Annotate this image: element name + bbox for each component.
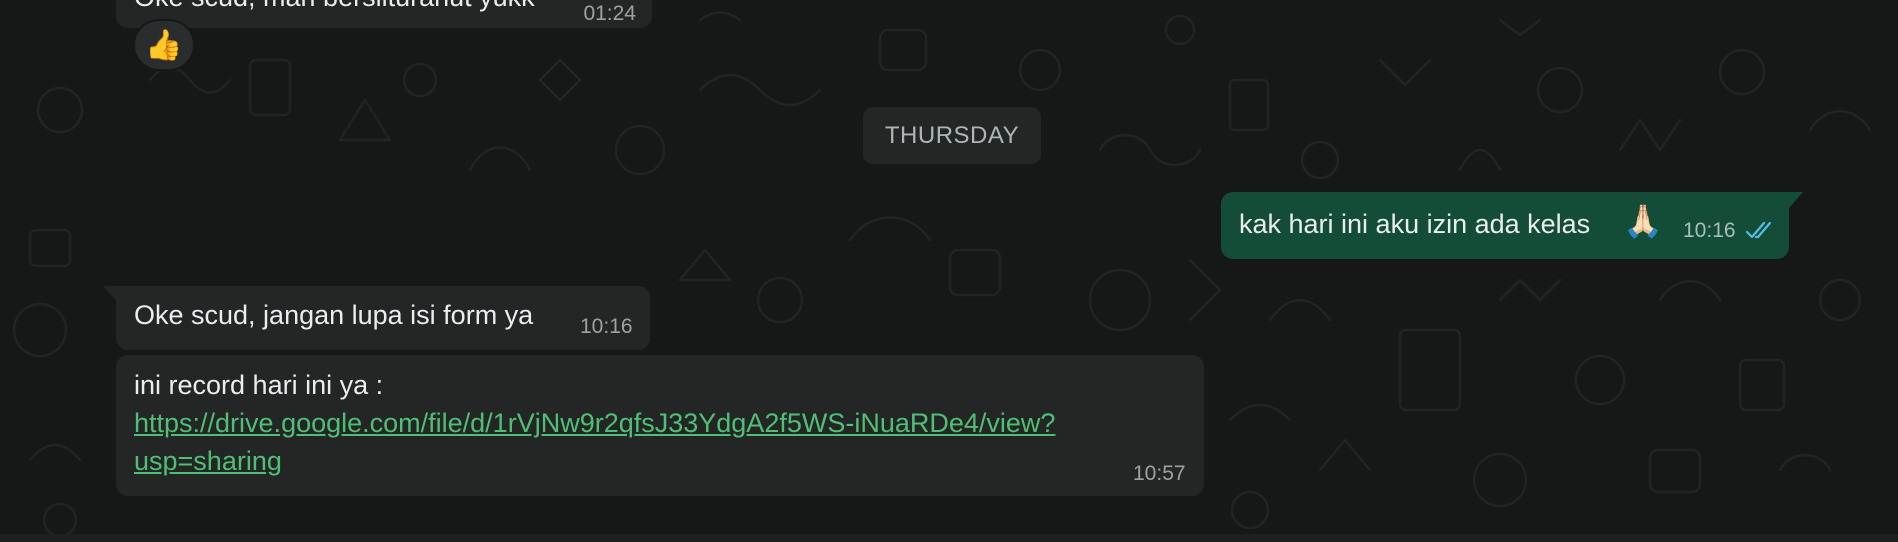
composer-edge (0, 534, 1898, 542)
thumbs-up-icon: 👍 (145, 28, 183, 62)
double-check-read-icon (1745, 221, 1772, 239)
message-bubble-incoming[interactable]: Oke scud, mari bersilturahut yukk 01:24 (116, 0, 652, 28)
praying-hands-emoji: 🙏🏻 (1623, 203, 1663, 239)
message-text: ini record hari ini ya : (134, 370, 384, 400)
bubble-tail (1789, 192, 1803, 208)
chat-area[interactable]: Oke scud, mari bersilturahut yukk 01:24 … (0, 0, 1898, 542)
message-bubble-incoming[interactable]: ini record hari ini ya : https://drive.g… (116, 355, 1204, 496)
drive-link-line2[interactable]: usp=sharing (134, 444, 282, 478)
date-separator: THURSDAY (863, 107, 1041, 164)
message-time: 01:24 (583, 2, 636, 25)
message-bubble-incoming[interactable]: Oke scud, jangan lupa isi form ya 10:16 (103, 286, 650, 350)
bubble-tail (103, 286, 117, 302)
message-time: 10:57 (1133, 462, 1186, 485)
message-text: Oke scud, jangan lupa isi form ya (134, 300, 534, 330)
reaction-badge[interactable]: 👍 (133, 19, 195, 71)
message-text: kak hari ini aku izin ada kelas (1239, 209, 1591, 239)
message-bubble-outgoing[interactable]: kak hari ini aku izin ada kelas 🙏🏻 10:16 (1221, 192, 1803, 259)
message-text: Oke scud, mari bersilturahut yukk (134, 0, 535, 14)
message-time: 10:16 (1683, 219, 1736, 242)
message-time: 10:16 (580, 315, 633, 338)
drive-link-line1[interactable]: https://drive.google.com/file/d/1rVjNw9r… (134, 406, 1055, 440)
